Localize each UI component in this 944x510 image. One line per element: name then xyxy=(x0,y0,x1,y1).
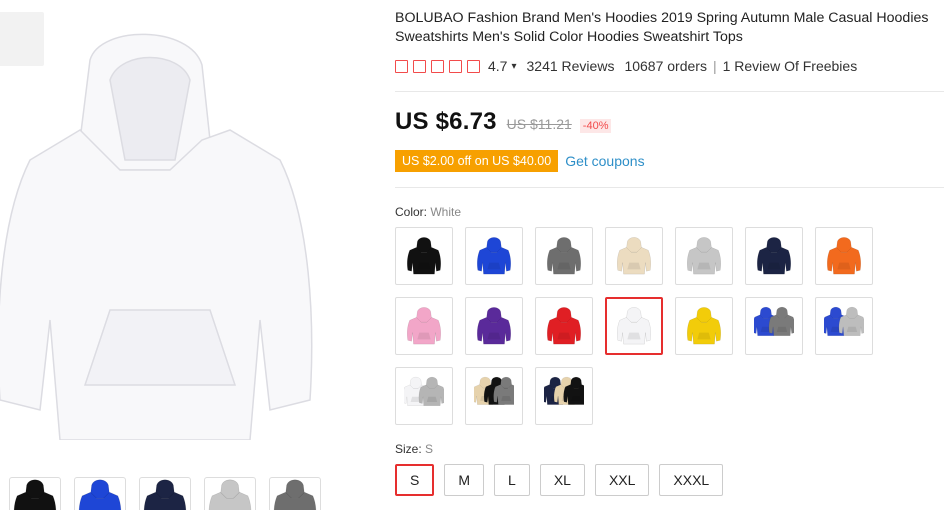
gallery-thumbnail[interactable] xyxy=(9,477,61,510)
size-label-text: Size: xyxy=(395,442,422,456)
price-row: US $6.73 US $11.21 -40% xyxy=(395,108,612,136)
size-option-xxxl[interactable]: XXXL xyxy=(659,464,724,496)
star-icon xyxy=(449,59,462,73)
star-icon xyxy=(431,59,444,73)
color-label: Color: White xyxy=(395,205,461,219)
product-info-panel: BOLUBAO Fashion Brand Men's Hoodies 2019… xyxy=(395,0,944,496)
divider-line xyxy=(395,91,944,92)
color-swatch-orange[interactable] xyxy=(815,227,873,285)
color-swatch-khaki-black-pair[interactable] xyxy=(465,367,523,425)
color-swatch-black[interactable] xyxy=(395,227,453,285)
color-swatch-light-gray[interactable] xyxy=(675,227,733,285)
color-swatch-khaki[interactable] xyxy=(605,227,663,285)
selected-size: S xyxy=(425,442,434,456)
get-coupons-link[interactable]: Get coupons xyxy=(565,153,644,169)
size-option-m[interactable]: M xyxy=(444,464,485,496)
rating-value: 4.7 xyxy=(488,58,508,74)
color-swatch-pink[interactable] xyxy=(395,297,453,355)
coupon-row: US $2.00 off on US $40.00 Get coupons xyxy=(395,150,645,172)
color-swatch-royal-blue[interactable] xyxy=(465,227,523,285)
color-swatch-white[interactable] xyxy=(605,297,663,355)
color-swatch-blue-gray-pair[interactable] xyxy=(745,297,803,355)
divider-line xyxy=(395,187,944,188)
color-swatch-red[interactable] xyxy=(535,297,593,355)
original-price: US $11.21 xyxy=(506,116,572,132)
gallery-thumbnail[interactable] xyxy=(269,477,321,510)
current-price: US $6.73 xyxy=(395,108,497,135)
star-icon xyxy=(413,59,426,73)
color-swatches xyxy=(395,227,885,425)
gallery-thumbnail[interactable] xyxy=(204,477,256,510)
selected-color: White xyxy=(430,205,462,219)
color-swatch-purple[interactable] xyxy=(465,297,523,355)
freebies-link[interactable]: 1 Review Of Freebies xyxy=(723,58,858,74)
size-option-xxl[interactable]: XXL xyxy=(594,464,650,496)
size-label: Size: S xyxy=(395,442,433,456)
rating-caret-icon[interactable]: ▾ xyxy=(511,61,516,72)
color-swatch-yellow[interactable] xyxy=(675,297,733,355)
color-swatch-navy[interactable] xyxy=(745,227,803,285)
gallery-thumbnail[interactable] xyxy=(74,477,126,510)
star-icon xyxy=(467,59,480,73)
color-label-text: Color: xyxy=(395,205,428,219)
color-swatch-white-gray-pair[interactable] xyxy=(395,367,453,425)
orders-count: 10687 orders xyxy=(624,58,707,74)
color-swatch-dark-gray[interactable] xyxy=(535,227,593,285)
divider: | xyxy=(712,58,717,74)
reviews-link[interactable]: 3241 Reviews xyxy=(527,58,615,74)
star-icon xyxy=(395,59,408,73)
color-swatch-navy-khaki-pair[interactable] xyxy=(535,367,593,425)
size-options: S M L XL XXL XXXL xyxy=(395,464,724,496)
size-option-l[interactable]: L xyxy=(494,464,530,496)
discount-badge: -40% xyxy=(579,119,612,133)
rating-stars xyxy=(395,59,480,73)
gallery-thumbnail[interactable] xyxy=(139,477,191,510)
color-swatch-blue-light-gray-pair[interactable] xyxy=(815,297,873,355)
size-option-s[interactable]: S xyxy=(395,464,435,496)
product-title: BOLUBAO Fashion Brand Men's Hoodies 2019… xyxy=(395,10,929,45)
main-product-image[interactable] xyxy=(0,20,350,440)
thumbnail-strip xyxy=(0,477,321,510)
size-option-xl[interactable]: XL xyxy=(539,464,585,496)
rating-row: 4.7 ▾ 3241 Reviews 10687 orders | 1 Revi… xyxy=(395,57,944,75)
coupon-tag: US $2.00 off on US $40.00 xyxy=(395,150,559,172)
product-gallery xyxy=(0,0,380,510)
